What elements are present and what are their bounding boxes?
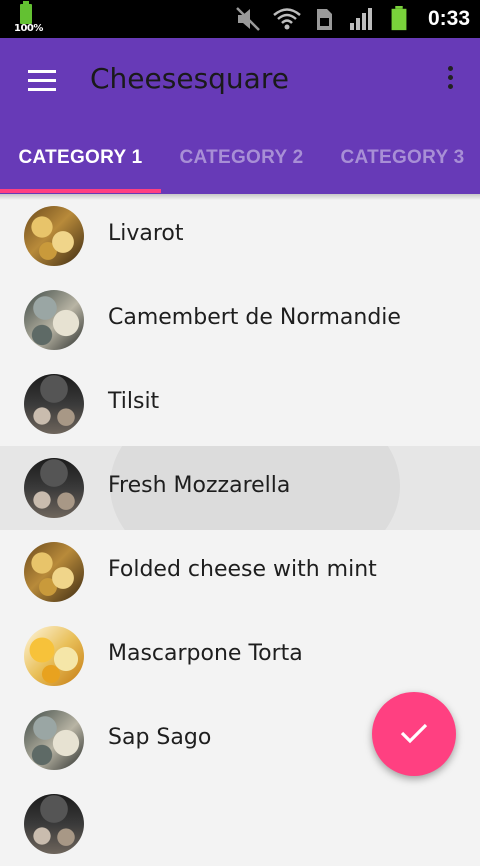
cheese-avatar [24, 626, 84, 686]
list-item[interactable]: Folded cheese with mint [0, 530, 480, 614]
sim-card-icon [317, 9, 332, 30]
cheese-name: Camembert de Normandie [108, 305, 401, 330]
app-bar: Cheesesquare CATEGORY 1 CATEGORY 2 CATEG… [0, 38, 480, 194]
cheese-name: Fresh Mozzarella [108, 473, 291, 498]
app-bar-shadow [0, 194, 480, 200]
list-item[interactable]: Mascarpone Torta [0, 614, 480, 698]
more-vert-icon[interactable] [446, 66, 454, 94]
tab-category-2[interactable]: CATEGORY 2 [161, 138, 322, 194]
cheese-name: Livarot [108, 221, 184, 246]
list-item[interactable]: Tilsit [0, 362, 480, 446]
list-item[interactable]: Livarot [0, 194, 480, 278]
hamburger-menu-icon[interactable] [28, 70, 56, 92]
tab-category-1[interactable]: CATEGORY 1 [0, 138, 161, 194]
clock: 0:33 [427, 7, 470, 30]
check-icon [400, 723, 428, 744]
list-item[interactable] [0, 782, 480, 866]
cheese-avatar [24, 710, 84, 770]
mute-icon [236, 7, 260, 31]
battery-percent: 100% [14, 23, 43, 34]
battery-icon [391, 6, 407, 31]
cheese-avatar [24, 206, 84, 266]
cheese-avatar [24, 458, 84, 518]
cheese-avatar [24, 542, 84, 602]
cheese-avatar [24, 374, 84, 434]
cheese-name: Mascarpone Torta [108, 641, 303, 666]
signal-strength-icon [350, 8, 372, 30]
cheese-name: Sap Sago [108, 725, 212, 750]
tab-bar: CATEGORY 1 CATEGORY 2 CATEGORY 3 [0, 138, 480, 194]
tab-category-3[interactable]: CATEGORY 3 [322, 138, 480, 194]
list-item[interactable]: Camembert de Normandie [0, 278, 480, 362]
tab-indicator [0, 189, 161, 193]
cheese-avatar [24, 290, 84, 350]
battery-notification-icon: 100% [14, 1, 43, 34]
status-bar: 100% 0:33 [0, 0, 480, 38]
cheese-name: Folded cheese with mint [108, 557, 377, 582]
done-fab-button[interactable] [372, 692, 456, 776]
app-title: Cheesesquare [90, 62, 289, 95]
list-item[interactable]: Fresh Mozzarella [0, 446, 480, 530]
wifi-icon [273, 8, 301, 30]
cheese-name: Tilsit [108, 389, 160, 414]
cheese-avatar [24, 794, 84, 854]
